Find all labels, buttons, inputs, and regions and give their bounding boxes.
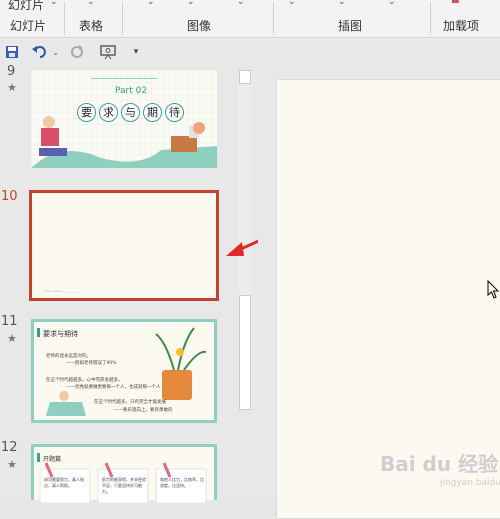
animation-star-icon: ★	[7, 81, 17, 94]
slide-number: 11	[1, 314, 18, 329]
ribbon-group-label: 图像	[187, 19, 212, 33]
mouse-cursor-icon	[487, 280, 500, 299]
ribbon-group-illustrations[interactable]: ⌄ ⌄ ⌄ 插图	[274, 0, 429, 37]
chevron-down-icon[interactable]: ⌄	[147, 0, 155, 7]
save-button[interactable]	[3, 42, 21, 62]
addins-icon[interactable]: ■	[451, 0, 460, 5]
present-icon	[100, 45, 116, 60]
slide-number: 12	[1, 440, 18, 455]
slide-thumbnail-12[interactable]: 开题篇 成功需要努力，真人指点，真人帮助。 努力的能获得，并非经验不足，只要坚持…	[31, 444, 217, 503]
slide-thumbnail-9[interactable]: Part 02 要 求 与 期 待	[31, 70, 217, 168]
save-icon	[6, 46, 18, 58]
slide11-line: ——要乐观向上，要有勇敢的	[114, 408, 173, 413]
quick-access-toolbar: ⌄ ▾	[0, 38, 500, 66]
watermark-sub: jingyan.baidu.com	[440, 478, 500, 488]
ribbon-group-label: 插图	[338, 19, 363, 33]
title-char: 要	[77, 103, 96, 122]
slide12-col: 努力的能获得，并非经验不足，只要坚持学习能力。	[102, 477, 146, 494]
chevron-down-icon[interactable]: ⌄	[388, 0, 396, 7]
title-char: 与	[121, 103, 140, 122]
slide-number: 10	[1, 189, 18, 204]
scrollbar-thumb[interactable]	[239, 295, 251, 410]
ribbon-group-slides[interactable]: 幻灯片 ⌄ 幻灯片	[6, 0, 64, 37]
slide11-line: ——假如老师错误了90%	[66, 361, 117, 366]
ribbon-group-label: 表格	[79, 19, 104, 33]
scrollbar-thumb-top[interactable]	[239, 70, 251, 84]
slide12-col: 和他人比力，比效率，比态度，比坚持。	[160, 477, 204, 488]
ribbon-group-addins[interactable]: ■ 加载项	[431, 0, 500, 37]
slide12-heading: 开题篇	[43, 456, 62, 463]
slide11-line: 老师的话永远是对的。	[46, 354, 91, 359]
slide11-line: ——优秀就要做更要每一个人，也成就每一个人	[66, 385, 161, 390]
chevron-down-icon[interactable]: ⌄	[288, 0, 296, 7]
chevron-down-icon[interactable]: ⌄	[187, 0, 195, 7]
slide10-footer: https://www.___________	[44, 289, 80, 293]
chevron-down-icon[interactable]: ⌄	[237, 0, 245, 7]
watermark: Bai du 经验	[380, 452, 499, 476]
animation-star-icon: ★	[7, 332, 17, 345]
chevron-down-icon[interactable]: ⌄	[51, 42, 60, 62]
chevron-down-icon[interactable]: ⌄	[338, 0, 346, 7]
slide9-title: 要 求 与 期 待	[77, 103, 184, 122]
slide11-heading: 要求与期待	[43, 330, 78, 338]
slide11-line: 在这个时代越多，只有完全才能发展	[94, 400, 166, 405]
slide-number: 9	[7, 64, 16, 79]
slide-editor-area	[258, 66, 500, 519]
undo-button[interactable]	[30, 42, 50, 62]
ribbon-group-table[interactable]: ⌄ 表格	[65, 0, 122, 37]
slide-thumbnail-11[interactable]: 要求与期待 老师的话永远是对的。 ——假如老师错误了90% 在这个时代越越多。心…	[31, 319, 217, 423]
redo-button[interactable]	[68, 42, 86, 62]
animation-star-icon: ★	[7, 458, 17, 471]
slide-thumbnail-10-selected[interactable]: https://www.___________	[29, 190, 219, 301]
slide11-line: 在这个时代越越多。心中完获会越多。	[46, 378, 123, 383]
redo-icon	[71, 45, 83, 58]
ribbon-group-label: 加载项	[443, 19, 480, 33]
ribbon: 幻灯片 ⌄ 幻灯片 ⌄ 表格 ⌄ ⌄ ⌄ 图像 ⌄ ⌄ ⌄ 插图 ■ 加载项	[0, 0, 500, 38]
ribbon-group-label: 幻灯片	[10, 19, 47, 33]
chevron-down-icon[interactable]: ⌄	[87, 0, 95, 7]
customize-toolbar-icon[interactable]: ▾	[131, 42, 141, 62]
title-char: 期	[143, 103, 162, 122]
slide9-part-label: Part 02	[115, 86, 148, 96]
title-char: 求	[99, 103, 118, 122]
new-slide-button-label[interactable]: 幻灯片	[8, 0, 44, 13]
undo-icon	[32, 46, 46, 58]
ribbon-group-images[interactable]: ⌄ ⌄ ⌄ 图像	[123, 0, 273, 37]
chevron-down-icon[interactable]: ⌄	[50, 0, 58, 7]
slide12-col: 成功需要努力，真人指点，真人帮助。	[44, 477, 84, 488]
title-char: 待	[165, 103, 184, 122]
present-button[interactable]	[98, 42, 120, 62]
